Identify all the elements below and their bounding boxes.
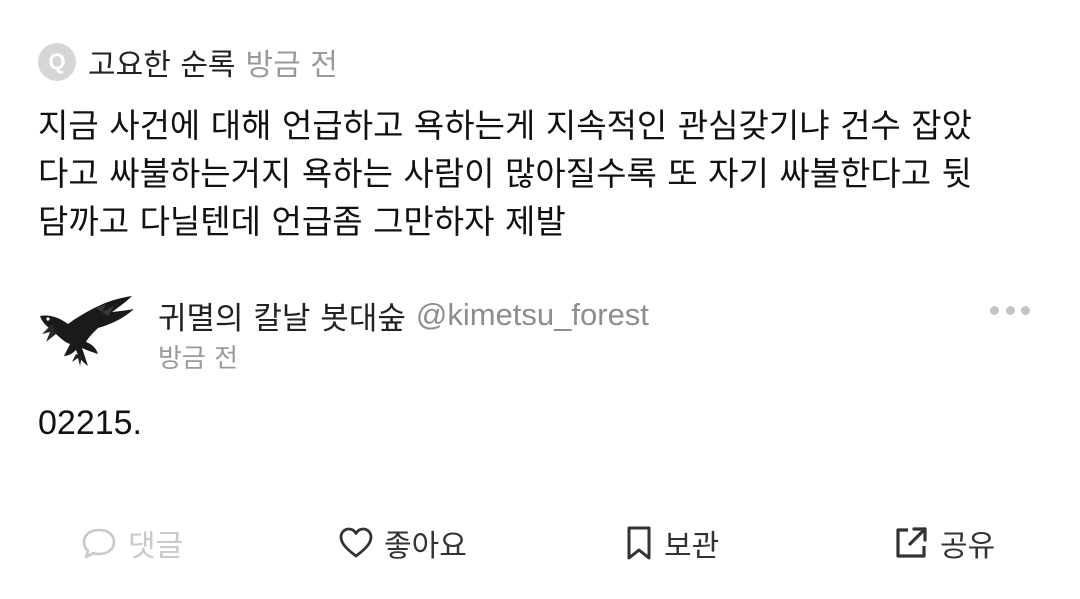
like-button[interactable]: 좋아요 <box>338 518 467 568</box>
question-author[interactable]: 고요한 순록 <box>88 40 236 84</box>
share-label: 공유 <box>940 529 996 564</box>
crow-icon <box>40 296 134 366</box>
comment-label: 댓글 <box>128 529 184 564</box>
reply-name-row: 귀멸의 칼날 봇대숲 @kimetsu_forest <box>158 293 649 338</box>
dot <box>1021 305 1030 315</box>
avatar[interactable] <box>36 294 136 370</box>
save-label: 보관 <box>664 529 720 564</box>
reply-handle[interactable]: @kimetsu_forest <box>416 297 649 333</box>
share-icon <box>896 527 927 558</box>
bookmark-icon <box>627 526 651 560</box>
question-line: 담까고 다닐텐데 언급좀 그만하자 제발 <box>38 202 566 241</box>
save-button[interactable]: 보관 <box>624 518 719 568</box>
action-bar: 댓글 좋아요 보관 공유 <box>0 518 1080 568</box>
question-line: 지금 사건에 대해 언급하고 욕하는게 지속적인 관심갖기냐 건수 잡았 <box>38 106 972 145</box>
dot <box>990 305 999 315</box>
reply-timestamp: 방금 전 <box>158 344 239 374</box>
question-badge: Q <box>38 43 76 81</box>
share-button[interactable]: 공유 <box>892 518 995 568</box>
question-timestamp: 방금 전 <box>245 48 338 83</box>
more-dots-icon[interactable] <box>990 300 1030 320</box>
speech-bubble-icon <box>82 528 116 559</box>
question-text: 지금 사건에 대해 언급하고 욕하는게 지속적인 관심갖기냐 건수 잡았 다고 … <box>38 102 1048 246</box>
question-header: Q 고요한 순록 방금 전 <box>38 40 338 84</box>
dot <box>1005 305 1015 315</box>
reply-text: 02215. <box>38 404 142 442</box>
heart-icon <box>339 527 373 558</box>
like-label: 좋아요 <box>384 529 467 564</box>
comment-button[interactable]: 댓글 <box>80 518 183 568</box>
reply-header: 귀멸의 칼날 봇대숲 @kimetsu_forest 방금 전 <box>36 294 1046 374</box>
question-line: 다고 싸불하는거지 욕하는 사람이 많아질수록 또 자기 싸불한다고 뒷 <box>38 154 972 193</box>
reply-author[interactable]: 귀멸의 칼날 봇대숲 <box>158 293 406 338</box>
